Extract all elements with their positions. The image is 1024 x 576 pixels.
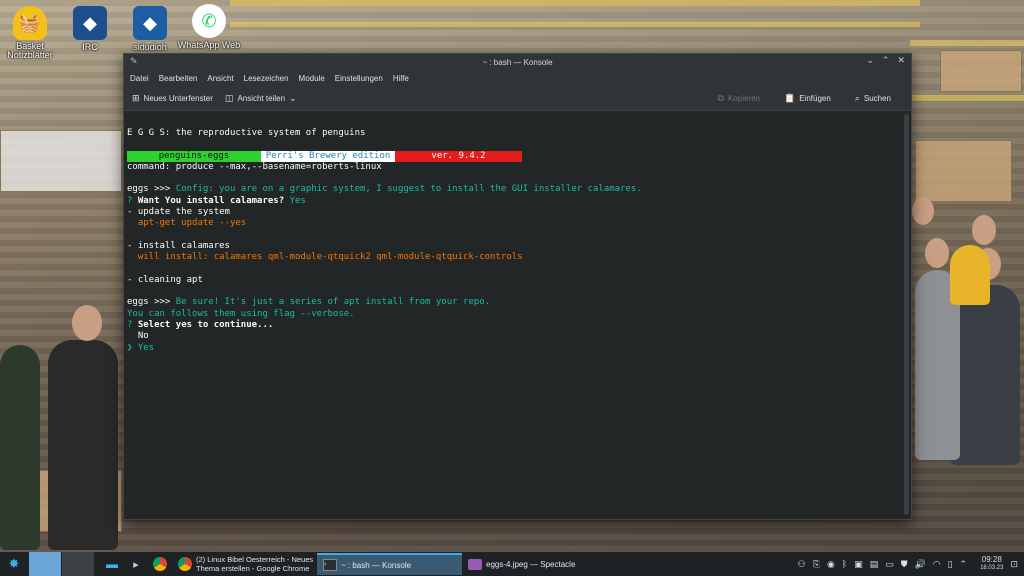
paste-button[interactable]: 📋 Einfügen bbox=[784, 93, 831, 104]
terminal-line: ? Want You install calamares? Yes bbox=[127, 195, 306, 206]
bar-version: ver. 9.4.2 bbox=[395, 150, 522, 162]
terminal-line: E G G S: the reproductive system of peng… bbox=[127, 128, 366, 139]
close-icon[interactable]: ✕ bbox=[897, 55, 905, 66]
terminal-output[interactable]: E G G S: the reproductive system of peng… bbox=[124, 111, 901, 519]
paste-icon: 📋 bbox=[784, 92, 796, 103]
chrome-icon bbox=[153, 557, 167, 571]
terminal-icon: › bbox=[323, 559, 337, 571]
task-spectacle[interactable]: eggs-4.jpeg — Spectacle bbox=[462, 553, 607, 575]
task-chrome[interactable]: (2) Linux Bibel Oesterreich - Neues Them… bbox=[172, 553, 317, 575]
terminal-icon: ▸ bbox=[133, 558, 139, 571]
copy-button[interactable]: ⧉ Kopieren bbox=[718, 93, 760, 104]
desktop-icon-app[interactable]: ◆ sidudioh bbox=[118, 6, 182, 52]
search-icon: ⌕ bbox=[854, 92, 860, 103]
tray-battery-icon[interactable]: ▯ bbox=[948, 559, 953, 570]
terminal-line: eggs >>> Be sure! It's just a series of … bbox=[127, 297, 491, 308]
new-tab-button[interactable]: ⊞ Neues Unterfenster bbox=[132, 93, 213, 104]
tray-notifications-icon[interactable]: ⛊ bbox=[901, 559, 908, 570]
terminal-line: will install: calamares qml-module-qtqui… bbox=[127, 252, 523, 263]
terminal-scrollbar[interactable] bbox=[904, 114, 909, 515]
desktop-icon-basket[interactable]: 🧺 Basket Notizblätter bbox=[0, 6, 62, 60]
konsole-window[interactable]: ✎ ~ : bash — Konsole ⌄ ⌃ ✕ Datei Bearbei… bbox=[123, 53, 912, 520]
window-titlebar[interactable]: ✎ ~ : bash — Konsole ⌄ ⌃ ✕ bbox=[124, 54, 911, 70]
app-icon: ◆ bbox=[133, 6, 167, 40]
task-konsole[interactable]: › ~ : bash — Konsole bbox=[317, 553, 462, 575]
tray-storage-icon[interactable]: ▣ bbox=[854, 559, 863, 570]
show-desktop-icon[interactable]: ⊡ bbox=[1010, 559, 1018, 570]
tray-volume-icon[interactable]: 🔊 bbox=[915, 559, 926, 570]
minimize-icon[interactable]: ⌄ bbox=[866, 55, 874, 66]
split-view-button[interactable]: ◫ Ansicht teilen ⌄ bbox=[225, 93, 297, 104]
menu-bar: Datei Bearbeiten Ansicht Lesezeichen Mod… bbox=[124, 70, 911, 86]
bar-edition: Perri's Brewery edition bbox=[261, 150, 395, 162]
spectacle-icon bbox=[468, 558, 482, 570]
option-yes[interactable]: ❯ Yes bbox=[127, 343, 898, 354]
tray-display-icon[interactable]: ▭ bbox=[885, 559, 894, 570]
terminal-line: - update the system bbox=[127, 207, 230, 218]
irc-icon: ◆ bbox=[73, 6, 107, 40]
tray-clipboard-icon[interactable]: ⎘ bbox=[813, 559, 820, 570]
app-launcher-button[interactable]: ✸ bbox=[0, 552, 28, 576]
terminal-line: command: produce --max,--basename=robert… bbox=[127, 161, 382, 172]
menu-datei[interactable]: Datei bbox=[130, 74, 149, 83]
tray-network-share-icon[interactable]: ⚇ bbox=[798, 559, 806, 570]
folder-icon: ▬ bbox=[106, 557, 118, 571]
menu-bearbeiten[interactable]: Bearbeiten bbox=[159, 74, 198, 83]
menu-module[interactable]: Module bbox=[299, 74, 325, 83]
terminal-line: apt-get update --yes bbox=[127, 218, 247, 229]
taskbar: ✸ ▬ ▸ (2) Linux Bibel Oesterreich - Neue… bbox=[0, 552, 1024, 576]
tray-bluetooth-icon[interactable]: ᛒ bbox=[842, 559, 847, 569]
version-bar: penguins-eggs Perri's Brewery edition ver.… bbox=[127, 150, 522, 162]
pager-desktop-2[interactable] bbox=[62, 552, 94, 576]
tray-wifi-icon[interactable]: ◠ bbox=[933, 559, 941, 570]
whatsapp-icon: ✆ bbox=[192, 4, 226, 38]
taskbar-konsole-launcher[interactable]: ▸ bbox=[124, 552, 148, 576]
maximize-icon[interactable]: ⌃ bbox=[882, 55, 890, 66]
menu-lesezeichen[interactable]: Lesezeichen bbox=[244, 74, 289, 83]
menu-hilfe[interactable]: Hilfe bbox=[393, 74, 409, 83]
copy-icon: ⧉ bbox=[717, 92, 724, 103]
pager-desktop-1[interactable] bbox=[29, 552, 61, 576]
tray-expand-icon[interactable]: ⌃ bbox=[960, 559, 968, 570]
desktop-icon-irc[interactable]: ◆ IRC bbox=[58, 6, 122, 52]
clock[interactable]: 09:28 18.03.23 bbox=[980, 555, 1003, 573]
taskbar-chrome-launcher[interactable] bbox=[148, 552, 172, 576]
terminal-line: You can follows them using flag --verbos… bbox=[127, 308, 355, 319]
menu-ansicht[interactable]: Ansicht bbox=[207, 74, 233, 83]
taskbar-dolphin[interactable]: ▬ bbox=[100, 552, 124, 576]
bar-name: penguins-eggs bbox=[127, 150, 261, 162]
terminal-line: ? Select yes to continue... bbox=[127, 320, 274, 331]
split-view-icon: ◫ bbox=[224, 92, 234, 103]
launcher-icon: ✸ bbox=[8, 556, 20, 571]
system-tray: ⚇ ⎘ ◉ ᛒ ▣ ▤ ▭ ⛊ 🔊 ◠ ▯ ⌃ 09:28 18.03.23 ⊡ bbox=[798, 555, 1024, 573]
terminal-line: - install calamares bbox=[127, 240, 230, 251]
new-tab-icon: ⊞ bbox=[132, 92, 140, 103]
tray-device-icon[interactable]: ▤ bbox=[870, 559, 879, 570]
toolbar: ⊞ Neues Unterfenster ◫ Ansicht teilen ⌄ … bbox=[124, 86, 911, 111]
find-button[interactable]: ⌕ Suchen bbox=[855, 93, 891, 104]
terminal-line: - cleaning apt bbox=[127, 274, 203, 285]
basket-icon: 🧺 bbox=[13, 6, 47, 40]
chrome-icon bbox=[178, 557, 192, 571]
terminal-line: eggs >>> Config: you are on a graphic sy… bbox=[127, 184, 642, 195]
option-no[interactable]: No bbox=[127, 331, 898, 342]
tray-discover-icon[interactable]: ◉ bbox=[827, 559, 835, 570]
desktop-icon-whatsapp[interactable]: ✆ WhatsApp Web bbox=[177, 4, 241, 50]
pin-icon[interactable]: ✎ bbox=[130, 56, 138, 67]
window-title: ~ : bash — Konsole bbox=[482, 57, 553, 67]
chevron-down-icon: ⌄ bbox=[289, 92, 297, 103]
menu-einstellungen[interactable]: Einstellungen bbox=[335, 74, 383, 83]
